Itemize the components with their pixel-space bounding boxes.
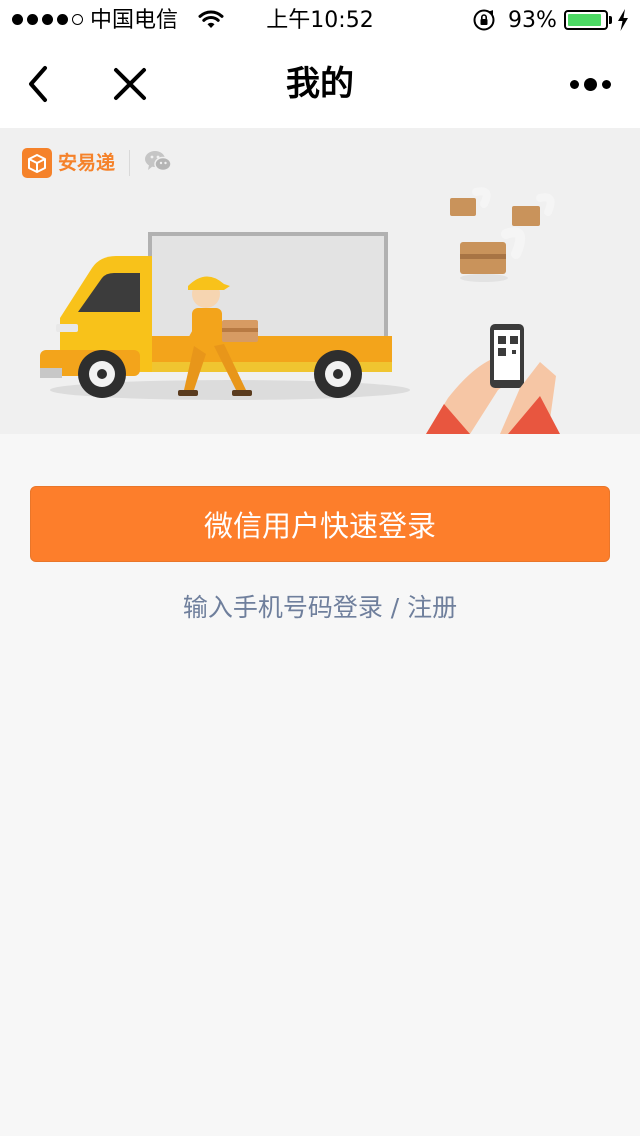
wechat-login-button[interactable]: 微信用户快速登录 — [30, 486, 610, 562]
charging-bolt-icon — [617, 9, 629, 35]
rotation-lock-icon — [472, 8, 496, 36]
package-box-icon — [22, 148, 52, 178]
nav-bar: 我的 — [0, 40, 640, 128]
more-dot — [569, 79, 579, 89]
register-link[interactable]: 注册 — [407, 593, 457, 622]
phone-login-links: 输入手机号码登录 / 注册 — [0, 588, 640, 628]
more-dot — [601, 79, 611, 89]
more-dot — [583, 77, 597, 91]
battery-percentage: 93% — [508, 8, 557, 33]
battery-cap — [609, 16, 612, 24]
hero-banner: 安易递 — [0, 128, 640, 434]
page-title: 我的 — [286, 64, 354, 104]
brand-name: 安易递 — [58, 152, 116, 174]
phone-login-link[interactable]: 输入手机号码登录 — [183, 593, 383, 622]
wechat-icon — [144, 149, 172, 177]
battery-icon — [564, 10, 608, 30]
battery-fill — [568, 14, 602, 26]
brand-badge: 安易递 — [22, 148, 172, 178]
brand-separator — [129, 150, 131, 176]
status-bar: 中国电信 上午10:52 93% — [0, 0, 640, 40]
more-button[interactable] — [560, 64, 620, 104]
link-separator: / — [382, 593, 408, 622]
